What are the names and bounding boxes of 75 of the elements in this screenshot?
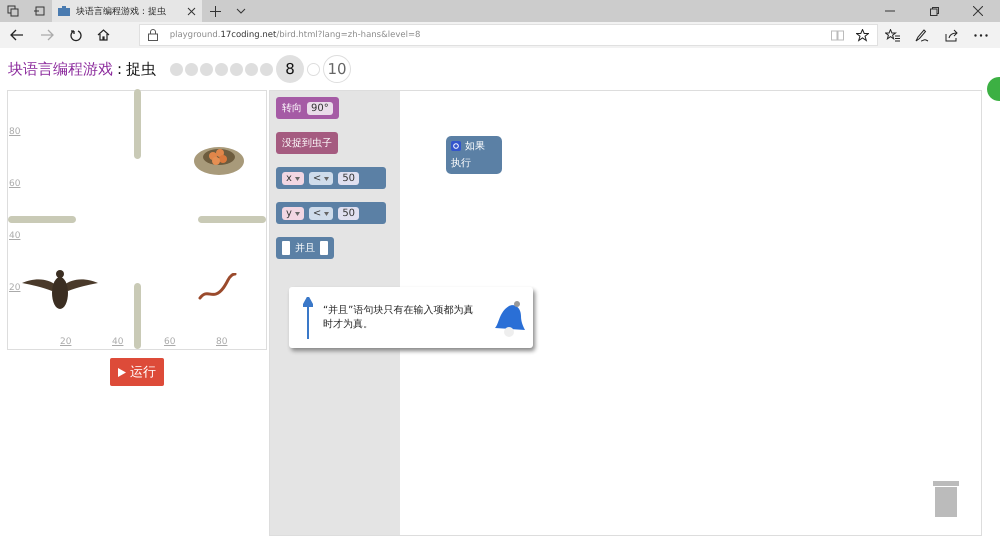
caret-icon [294, 212, 300, 216]
tab-aside-icon [33, 5, 45, 17]
operator-dropdown[interactable]: < [308, 206, 334, 220]
tab-title: 块语言编程游戏 : 捉虫 [76, 6, 167, 18]
run-button[interactable]: 运行 [110, 358, 164, 386]
level-dot[interactable] [215, 62, 228, 76]
wall [198, 216, 266, 223]
level-name: 捉虫 [126, 60, 156, 78]
level-dot[interactable] [307, 62, 320, 76]
x-axis-label: 60 [164, 337, 176, 347]
address-bar[interactable]: playground.17coding.net/bird.html?lang=zh-hans&level=8 [138, 24, 878, 46]
operator-dropdown[interactable]: < [308, 172, 334, 184]
title-separator: : [117, 60, 122, 78]
favorites-icon[interactable] [884, 28, 900, 42]
minimize-icon[interactable] [885, 10, 895, 12]
x-axis-label: 40 [112, 337, 124, 347]
level-number[interactable]: 8 [276, 55, 304, 83]
wall [134, 283, 141, 349]
variable-dropdown[interactable]: x [282, 172, 304, 184]
close-icon[interactable] [973, 6, 983, 16]
game-title: 块语言编程游戏 [8, 60, 113, 78]
pen-icon[interactable] [914, 28, 929, 42]
star-icon[interactable] [856, 28, 868, 42]
worm-icon [198, 273, 238, 301]
extension-badge-icon[interactable] [986, 76, 1000, 102]
block-label: 如果 [465, 140, 485, 153]
gear-icon [451, 141, 461, 151]
more-icon[interactable] [974, 34, 988, 36]
home-icon[interactable] [97, 29, 110, 41]
block-label: 转向 [282, 102, 302, 115]
arrow-up-icon [303, 296, 313, 338]
variable-dropdown[interactable]: y [282, 206, 304, 220]
y-axis-label: 20 [9, 283, 20, 293]
level-number[interactable]: 10 [323, 55, 352, 83]
refresh-icon[interactable] [70, 28, 83, 42]
play-icon [118, 368, 126, 376]
compare-block[interactable]: x < 50 [276, 167, 386, 189]
level-dot[interactable] [185, 62, 198, 76]
plus-icon[interactable] [210, 6, 220, 16]
and-block[interactable]: 并且 [276, 237, 334, 259]
level-dot[interactable] [230, 62, 244, 76]
puzzle-icon [58, 6, 70, 16]
wall [134, 89, 141, 159]
level-dot[interactable] [245, 62, 258, 76]
level-dot[interactable] [170, 62, 184, 76]
hint-text: “并且”语句块只有在输入项都为真时才为真。 [323, 304, 474, 332]
restore-icon[interactable] [930, 6, 938, 16]
x-axis-label: 20 [60, 337, 72, 347]
url-text: playground.17coding.net/bird.html?lang=zh-hans&level=8 [170, 30, 422, 40]
lock-icon [148, 29, 158, 41]
close-icon[interactable] [187, 6, 196, 16]
caret-icon [324, 176, 330, 180]
tabs-icon [7, 5, 19, 17]
x-axis-label: 80 [216, 337, 228, 347]
y-axis-label: 60 [9, 179, 20, 189]
caret-icon [294, 176, 300, 180]
condition-block[interactable]: 没捉到虫子 [276, 132, 338, 154]
number-field[interactable]: 50 [338, 206, 360, 220]
block-label: 执行 [451, 156, 472, 170]
turn-block[interactable]: 转向 90° [276, 97, 339, 119]
share-icon[interactable] [944, 28, 959, 42]
compare-block[interactable]: y < 50 [276, 202, 386, 224]
angle-field[interactable]: 90° [307, 102, 333, 114]
back-icon[interactable] [10, 29, 24, 41]
browser-tab[interactable]: 块语言编程游戏 : 捉虫 [52, 0, 202, 22]
number-field[interactable]: 50 [338, 172, 360, 184]
level-dot[interactable] [260, 62, 274, 76]
level-dot[interactable] [200, 62, 214, 76]
if-block[interactable]: 如果 执行 [446, 136, 502, 174]
block-label: 并且 [295, 242, 315, 255]
y-axis-label: 80 [9, 127, 20, 137]
chevron-down-icon[interactable] [236, 8, 246, 14]
wall [8, 216, 76, 223]
caret-icon [324, 212, 330, 216]
y-axis-label: 40 [9, 231, 20, 241]
